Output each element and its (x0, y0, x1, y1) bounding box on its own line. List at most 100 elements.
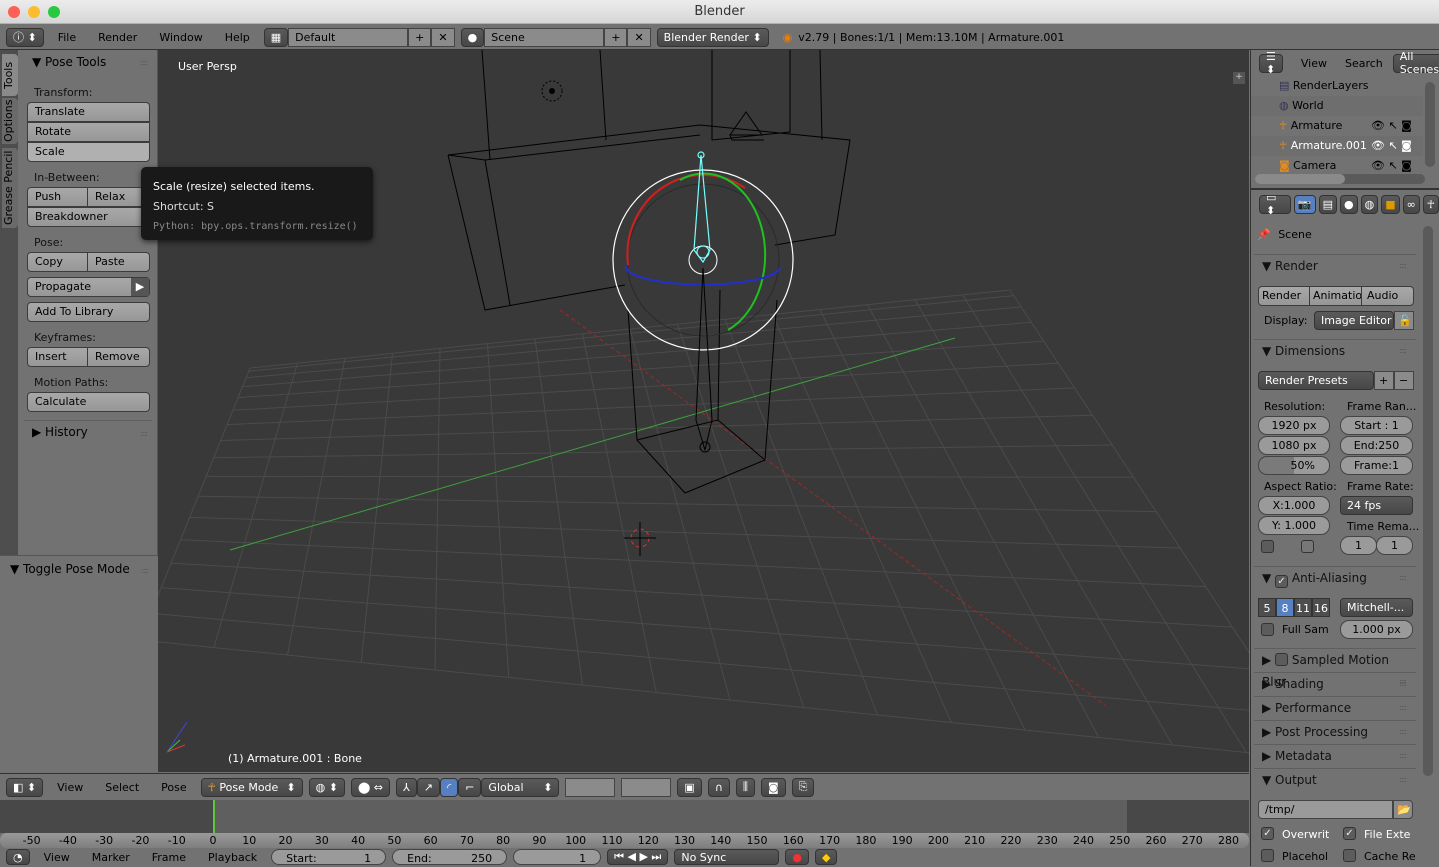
drag-handle-icon[interactable]: :::: (141, 566, 149, 575)
timeline-menu-view[interactable]: View (36, 851, 78, 864)
mode-select[interactable]: ☥ Pose Mode ⬍ (200, 777, 303, 797)
border-checkbox[interactable] (1261, 540, 1274, 553)
aspect-y-field[interactable]: Y: 1.000 (1258, 516, 1330, 535)
menu-window[interactable]: Window (151, 31, 210, 44)
outliner-horizontal-scrollbar[interactable] (1255, 174, 1425, 184)
file-extensions-checkbox[interactable]: ✓ (1343, 827, 1356, 840)
folder-browse-icon[interactable]: 📂 (1393, 800, 1413, 819)
toggle-pose-mode-header[interactable]: ▼ Toggle Pose Mode (10, 562, 130, 576)
add-to-library-button[interactable]: Add To Library (27, 302, 150, 322)
aa-filter-select[interactable]: Mitchell-... (1340, 598, 1413, 617)
outliner-item[interactable]: ☥ Armature.001 👁 ↖ ◙ (1251, 136, 1423, 156)
pose-tools-panel-header[interactable]: ▼ Pose Tools (32, 55, 106, 69)
world-context-icon[interactable]: ◍ (1360, 194, 1379, 214)
insert-keyframe-button[interactable]: Insert (27, 347, 88, 367)
collapsed-panel-header[interactable]: ▶ Shading:::: (1254, 672, 1416, 694)
constraints-context-icon[interactable]: ∞ (1402, 194, 1420, 214)
timeline-area[interactable] (0, 800, 1249, 833)
antialiasing-panel-header[interactable]: ▼ ✓ Anti-Aliasing:::: (1254, 566, 1416, 588)
frame-start-field[interactable]: Start : 1 (1340, 416, 1413, 435)
collapsed-panel-header[interactable]: ▶ Post Processing:::: (1254, 720, 1416, 742)
outliner-menu-view[interactable]: View (1293, 57, 1335, 70)
editor-type-outliner-icon[interactable]: ☰ ⬍ (1259, 50, 1283, 76)
add-layout-icon[interactable]: + (408, 27, 432, 47)
copy-pose-button[interactable]: Copy (27, 252, 88, 272)
editor-type-3d-icon[interactable]: ◧ ⬍ (6, 777, 44, 797)
remove-keyframe-button[interactable]: Remove (87, 347, 150, 367)
render-animation-button[interactable]: Animation (1309, 286, 1362, 306)
resolution-y-field[interactable]: 1080 px (1258, 436, 1330, 455)
aa-sample-5-button[interactable]: 5 (1258, 598, 1276, 617)
frame-rate-select[interactable]: 24 fps (1340, 496, 1413, 515)
history-panel-header[interactable]: ▶ History (32, 425, 88, 439)
motion-blur-checkbox[interactable] (1275, 653, 1289, 666)
visibility-icons[interactable]: 👁 ↖ ◙ (1371, 136, 1412, 156)
timeline-ruler[interactable]: -50 -40 -30 -20 -10 0 10 20 30 40 50 60 70 80 90 100 110… (0, 833, 1249, 848)
cache-result-checkbox[interactable] (1343, 849, 1356, 862)
render-context-icon[interactable]: 📷 (1293, 194, 1316, 214)
render-presets-select[interactable]: Render Presets (1258, 371, 1374, 390)
minimize-window-button[interactable] (28, 6, 40, 18)
propagate-button[interactable]: Propagate ▶ (27, 277, 150, 297)
translate-button[interactable]: Translate (27, 102, 150, 122)
lock-layers-icon[interactable]: ▣ (677, 777, 702, 797)
3d-cursor[interactable] (624, 522, 656, 556)
add-preset-icon[interactable]: + (1374, 371, 1394, 390)
add-scene-icon[interactable]: + (604, 27, 628, 47)
layer-buttons-1[interactable] (565, 777, 616, 797)
transform-orientation-select[interactable]: Global ⬍ (481, 777, 560, 797)
render-image-button[interactable]: Render (1258, 286, 1310, 306)
tab-tools[interactable]: Tools (2, 54, 18, 96)
timeline-menu-playback[interactable]: Playback (200, 851, 265, 864)
scene-icon[interactable]: ● (460, 27, 485, 47)
scene-context-icon[interactable]: ● (1339, 194, 1358, 214)
menu-render[interactable]: Render (90, 31, 145, 44)
antialiasing-checkbox[interactable]: ✓ (1275, 575, 1289, 588)
outliner-vertical-scrollbar[interactable] (1425, 82, 1435, 167)
outliner-display-mode[interactable]: All Scenes (1392, 50, 1439, 76)
armature-context-icon[interactable]: ☥ (1422, 194, 1439, 214)
collapsed-panel-header[interactable]: ▶ Sampled Motion Blur:::: (1254, 648, 1416, 689)
aa-sample-16-button[interactable]: 16 (1312, 598, 1330, 617)
selected-bone[interactable] (693, 151, 711, 264)
close-window-button[interactable] (8, 6, 20, 18)
menu-select[interactable]: Select (97, 781, 147, 794)
output-panel-header[interactable]: ▼ Output:::: (1254, 768, 1416, 790)
crop-checkbox[interactable] (1301, 540, 1314, 553)
full-sample-checkbox[interactable] (1261, 623, 1274, 636)
scene-name[interactable]: Scene (484, 27, 605, 47)
render-engine-select[interactable]: Blender Render ⬍ (656, 27, 769, 47)
collapsed-panel-header[interactable]: ▶ Metadata:::: (1254, 744, 1416, 766)
3d-viewport[interactable]: User Persp (1) Armature.001 : Bone + (158, 50, 1249, 772)
resolution-x-field[interactable]: 1920 px (1258, 416, 1330, 435)
pin-icon[interactable]: 📌 (1257, 228, 1271, 241)
keying-icon[interactable]: ◆ (814, 849, 838, 865)
render-audio-button[interactable]: Audio (1361, 286, 1414, 306)
translate-manipulator-icon[interactable]: ↗ (416, 777, 440, 797)
aa-sample-11-button[interactable]: 11 (1294, 598, 1312, 617)
screen-layout-name[interactable]: Default (288, 27, 409, 47)
editor-type-timeline-icon[interactable]: ◔ (6, 849, 30, 865)
delete-scene-icon[interactable]: ✕ (627, 27, 651, 47)
outliner-item[interactable]: ◙ Camera 👁 ↖ ◙ (1251, 156, 1423, 176)
delete-layout-icon[interactable]: ✕ (431, 27, 455, 47)
collapsed-panel-header[interactable]: ▶ Performance:::: (1254, 696, 1416, 718)
scale-manipulator-icon[interactable]: ⌐ (458, 777, 482, 797)
record-icon[interactable]: ● (785, 849, 809, 865)
editor-type-info-icon[interactable]: ⓘ ⬍ (6, 27, 44, 47)
render-opengl-icon[interactable]: ◙ (760, 777, 786, 797)
layout-icon[interactable]: ▦ (263, 27, 289, 47)
output-path-field[interactable]: /tmp/ (1258, 800, 1393, 819)
rotate-button[interactable]: Rotate (27, 122, 150, 142)
manipulator-toggle-icon[interactable]: ⅄ (395, 777, 417, 797)
drag-handle-icon[interactable]: :::: (140, 58, 148, 67)
current-frame-field[interactable]: 1 (513, 849, 602, 865)
outliner-item[interactable]: ◍ World (1251, 96, 1423, 116)
frame-end-field[interactable]: End:250 (1340, 436, 1413, 455)
transform-gizmo[interactable] (612, 169, 794, 351)
scene-selector[interactable]: ● Scene + ✕ (460, 27, 651, 47)
push-button[interactable]: Push (27, 187, 88, 207)
pivot-point-select[interactable]: ⬤ ⇔ (350, 777, 390, 797)
timeline-menu-marker[interactable]: Marker (84, 851, 138, 864)
propagate-menu-arrow-icon[interactable]: ▶ (131, 278, 149, 296)
